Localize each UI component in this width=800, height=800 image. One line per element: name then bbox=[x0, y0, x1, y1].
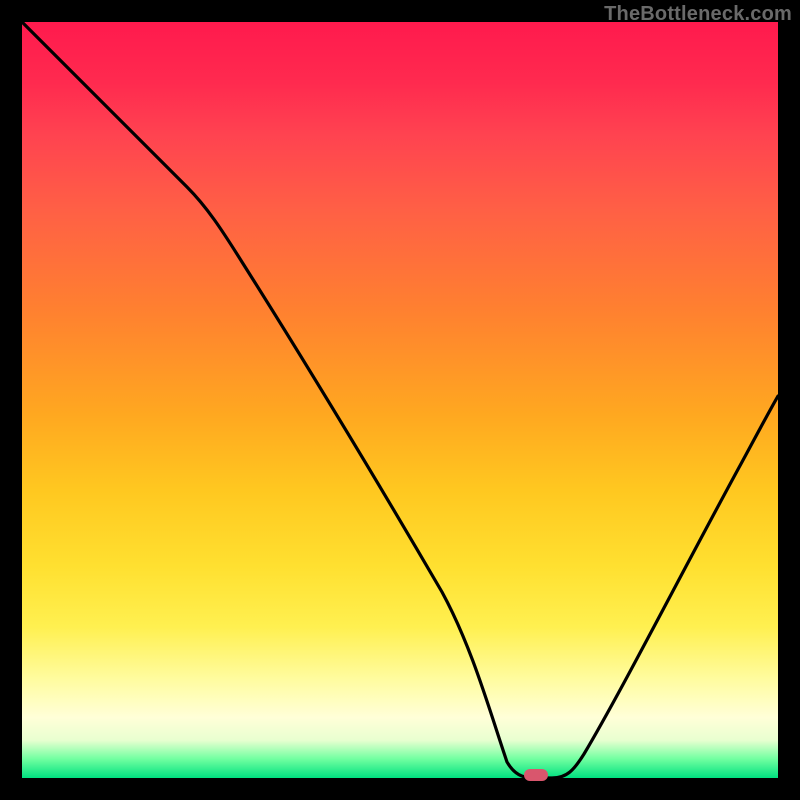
bottleneck-curve bbox=[22, 22, 778, 778]
optimal-marker bbox=[524, 769, 548, 781]
chart-plot-area bbox=[22, 22, 778, 778]
watermark-text: TheBottleneck.com bbox=[604, 3, 792, 26]
